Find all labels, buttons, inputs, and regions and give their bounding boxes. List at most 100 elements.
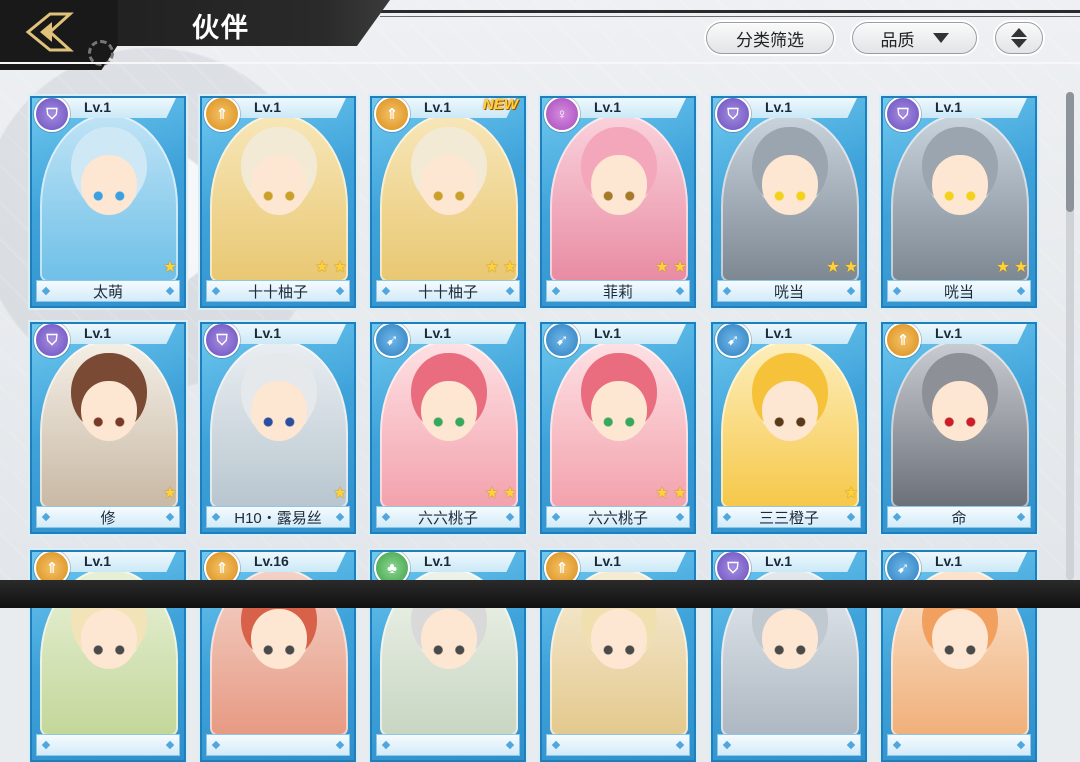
star-icon: ★: [672, 259, 688, 276]
companion-name-bar: 修: [36, 506, 180, 528]
portrait-face: [81, 380, 137, 441]
star-icon: ★: [825, 259, 841, 276]
level-tab: [226, 324, 346, 344]
companion-name-bar: 太萌: [36, 280, 180, 302]
portrait-eyes: [431, 191, 467, 202]
companion-name-bar: [717, 734, 861, 756]
companion-level: Lv.1: [594, 325, 621, 341]
portrait-eyes: [601, 645, 637, 656]
star-rating: ★ ★: [825, 260, 859, 276]
portrait-eyes: [772, 191, 808, 202]
companion-card[interactable]: Lv.1 ⇑ 命: [881, 322, 1037, 534]
companion-name-bar: 六六桃子: [546, 506, 690, 528]
companion-name-bar: [206, 734, 350, 756]
shield-icon: ⛉: [34, 324, 70, 358]
shield-icon: ⛉: [715, 98, 751, 132]
companion-name: 修: [100, 509, 116, 527]
companion-level: Lv.1: [84, 325, 111, 341]
companion-level: Lv.1: [594, 553, 621, 569]
portrait-face: [421, 608, 477, 669]
staff-icon: ♀: [544, 98, 580, 132]
companion-name: 太萌: [92, 283, 123, 301]
star-icon: ★: [1013, 259, 1029, 276]
portrait-eyes: [772, 417, 808, 428]
portrait-face: [591, 608, 647, 669]
sort-order-button[interactable]: [995, 22, 1043, 54]
category-filter-button[interactable]: 分类筛选: [706, 22, 834, 54]
portrait-face: [251, 608, 307, 669]
companion-portrait: [550, 340, 688, 508]
portrait-face: [251, 380, 307, 441]
level-tab: [396, 324, 516, 344]
shield-icon: ⛉: [34, 98, 70, 132]
portrait-eyes: [942, 645, 978, 656]
companion-portrait: [550, 114, 688, 282]
portrait-face: [421, 380, 477, 441]
bottom-edge: [0, 580, 1080, 608]
level-tab: [56, 98, 176, 118]
portrait-eyes: [601, 417, 637, 428]
companion-name-bar: 咣当: [717, 280, 861, 302]
level-tab: [907, 98, 1027, 118]
companion-card[interactable]: Lv.1 ♀ ★ ★ 菲莉: [540, 96, 696, 308]
companion-name: 咣当: [943, 283, 974, 301]
level-tab: [56, 552, 176, 572]
top-bar: 伙伴 分类筛选 品质: [0, 0, 1080, 70]
companion-name: 咣当: [773, 283, 804, 301]
companion-level: Lv.1: [254, 99, 281, 115]
companion-card[interactable]: Lv.1 ➹ ★ 三三橙子: [711, 322, 867, 534]
scrollbar-thumb[interactable]: [1066, 92, 1074, 212]
level-tab: [737, 98, 857, 118]
level-tab: [907, 552, 1027, 572]
companion-name: H10・露易丝: [234, 509, 322, 527]
level-tab: [566, 552, 686, 572]
companion-card[interactable]: Lv.1 ⛉ ★ 修: [30, 322, 186, 534]
companion-portrait: [210, 340, 348, 508]
star-rating: ★ ★: [654, 260, 688, 276]
companion-card[interactable]: Lv.1 ⛉ ★ ★ 咣当: [881, 96, 1037, 308]
companion-level: Lv.1: [765, 553, 792, 569]
companion-name: 三三橙子: [758, 509, 819, 527]
portrait-eyes: [261, 191, 297, 202]
level-tab: [566, 324, 686, 344]
star-icon: ★: [654, 485, 670, 502]
companion-level: Lv.1: [424, 553, 451, 569]
star-icon: ★: [162, 259, 178, 276]
quality-sort-dropdown[interactable]: 品质: [852, 22, 977, 54]
companion-card[interactable]: Lv.1 ⛉ ★ H10・露易丝: [200, 322, 356, 534]
companion-portrait: [210, 114, 348, 282]
star-icon: ★: [502, 259, 518, 276]
companion-name-bar: 十十柚子: [376, 280, 520, 302]
companion-card[interactable]: Lv.1 ➹ ★ ★ 六六桃子: [370, 322, 526, 534]
companion-level: Lv.1: [594, 99, 621, 115]
star-icon: ★: [672, 485, 688, 502]
companion-card[interactable]: Lv.1 ⛉ ★ 太萌: [30, 96, 186, 308]
star-rating: ★ ★: [654, 486, 688, 502]
header-separator: [0, 62, 1080, 64]
portrait-face: [762, 608, 818, 669]
star-icon: ★: [502, 485, 518, 502]
companion-level: Lv.1: [935, 99, 962, 115]
companion-name-bar: H10・露易丝: [206, 506, 350, 528]
companion-name-bar: 三三橙子: [717, 506, 861, 528]
companion-card[interactable]: Lv.1 ⇑ ★ ★ 十十柚子: [200, 96, 356, 308]
page-title: 伙伴: [192, 13, 250, 43]
companion-portrait: [721, 114, 859, 282]
portrait-face: [932, 608, 988, 669]
level-tab: [56, 324, 176, 344]
bow-icon: ➹: [715, 324, 751, 358]
portrait-eyes: [91, 645, 127, 656]
companion-level: Lv.1: [84, 553, 111, 569]
star-rating: ★: [843, 486, 859, 502]
companion-card[interactable]: Lv.1 ➹ ★ ★ 六六桃子: [540, 322, 696, 534]
portrait-eyes: [601, 191, 637, 202]
star-rating: ★ ★: [995, 260, 1029, 276]
companion-name: 菲莉: [602, 283, 633, 301]
star-rating: ★: [162, 260, 178, 276]
star-icon: ★: [332, 485, 348, 502]
companion-card[interactable]: Lv.1 ⇑ NEW ★ ★ 十十柚子: [370, 96, 526, 308]
star-icon: ★: [995, 259, 1011, 276]
portrait-eyes: [431, 645, 467, 656]
shield-icon: ⛉: [885, 98, 921, 132]
companion-card[interactable]: Lv.1 ⛉ ★ ★ 咣当: [711, 96, 867, 308]
